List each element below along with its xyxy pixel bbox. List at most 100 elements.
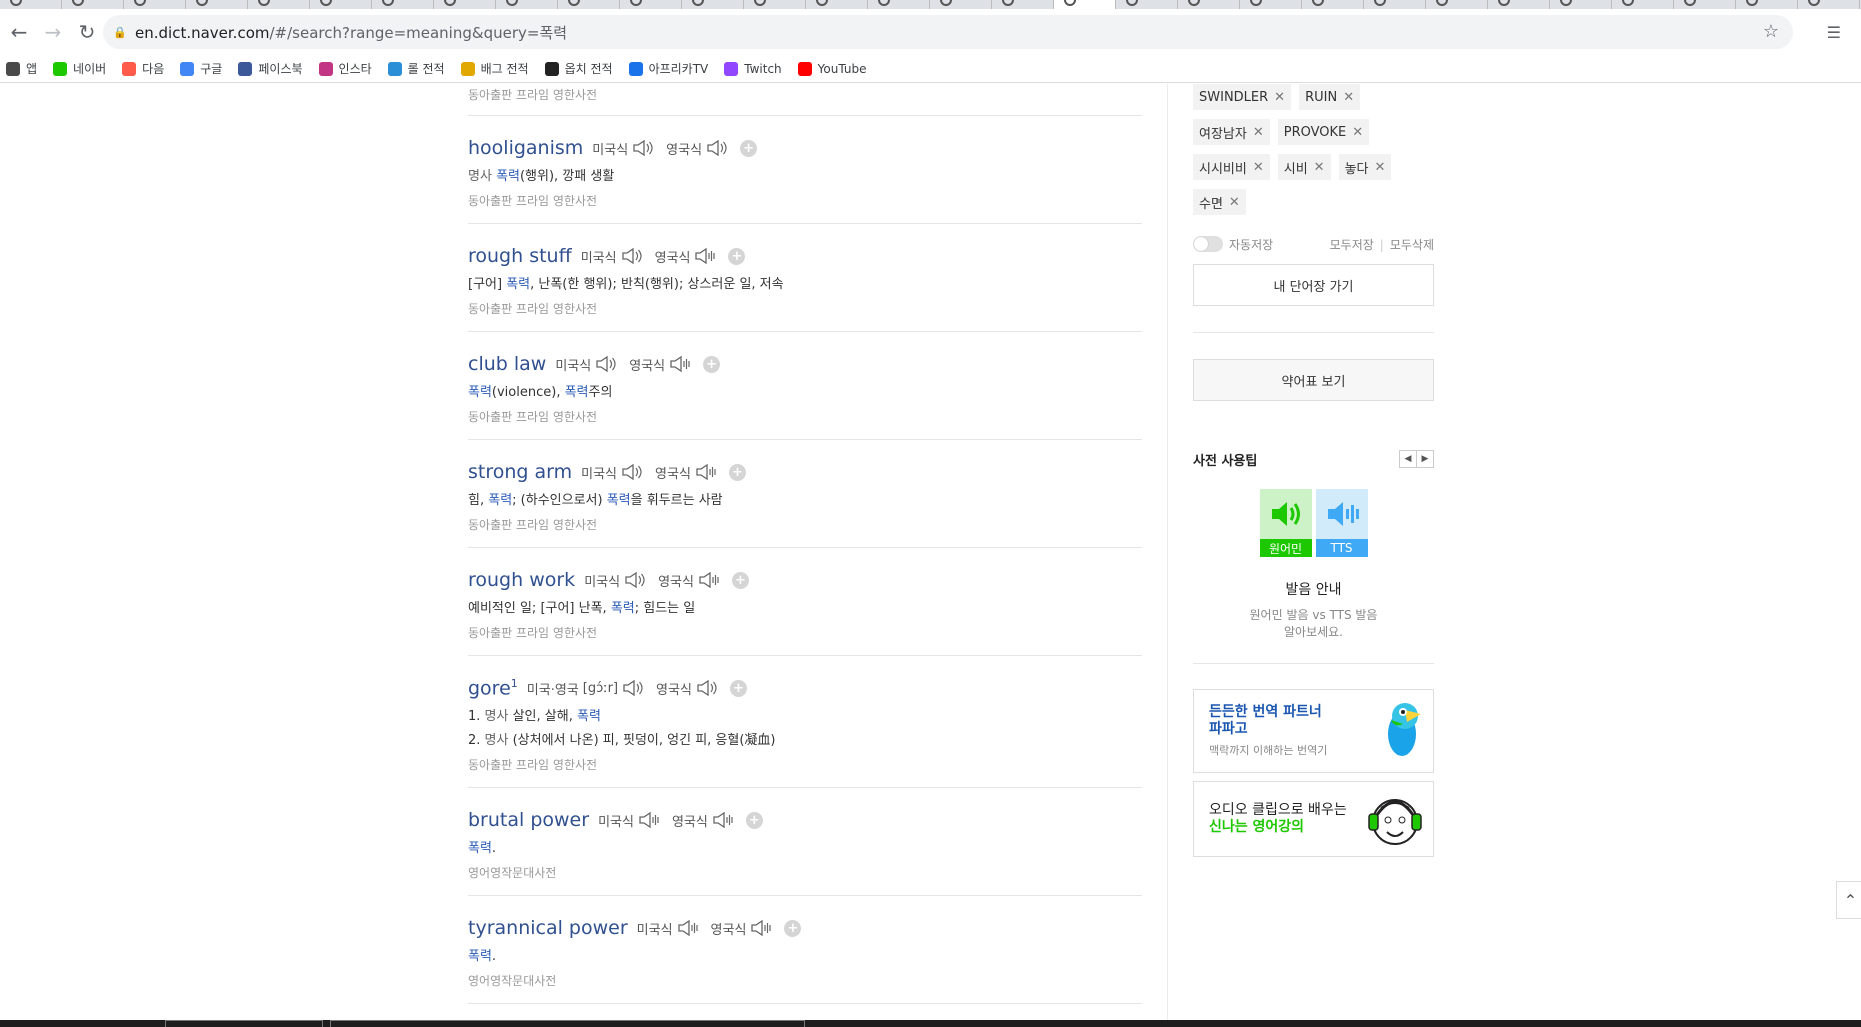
browser-tab[interactable] bbox=[496, 0, 558, 9]
recent-word-chip[interactable]: RUIN ✕ bbox=[1299, 84, 1361, 110]
browser-tab[interactable] bbox=[806, 0, 868, 9]
browser-tab[interactable] bbox=[0, 0, 62, 9]
bookmark-item[interactable]: 옵치 전적 bbox=[544, 60, 613, 77]
wordbook-button[interactable]: 내 단어장 가기 bbox=[1193, 264, 1434, 306]
speaker-icon[interactable] bbox=[621, 247, 643, 265]
headword-link[interactable]: hooliganism bbox=[468, 137, 583, 159]
browser-tab[interactable] bbox=[1116, 0, 1178, 9]
browser-tab[interactable] bbox=[558, 0, 620, 9]
speaker-icon[interactable] bbox=[696, 679, 718, 697]
bookmark-item[interactable]: Twitch bbox=[724, 61, 782, 76]
close-icon[interactable]: ✕ bbox=[1253, 125, 1264, 140]
close-icon[interactable]: ✕ bbox=[1274, 90, 1285, 105]
tts-speaker-icon[interactable] bbox=[669, 355, 691, 373]
add-to-wordbook-icon[interactable]: + bbox=[728, 247, 746, 265]
highlighted-keyword[interactable]: 폭력 bbox=[496, 169, 520, 184]
headword-link[interactable]: tyrannical power bbox=[468, 917, 628, 939]
forward-icon[interactable]: → bbox=[38, 17, 68, 47]
browser-tab[interactable] bbox=[930, 0, 992, 9]
speaker-icon[interactable] bbox=[706, 139, 728, 157]
address-bar[interactable]: 🔒 en.dict.naver.com/#/search?range=meani… bbox=[103, 15, 1793, 49]
speaker-icon[interactable] bbox=[624, 571, 646, 589]
recent-word-chip[interactable]: 시비 ✕ bbox=[1277, 154, 1331, 180]
prev-icon[interactable]: ◀ bbox=[1399, 450, 1417, 468]
close-icon[interactable]: ✕ bbox=[1343, 90, 1354, 105]
reload-icon[interactable]: ↻ bbox=[72, 17, 102, 47]
highlighted-keyword[interactable]: 폭력 bbox=[468, 841, 492, 856]
headword-link[interactable]: brutal power bbox=[468, 809, 589, 831]
browser-tab[interactable] bbox=[1426, 0, 1488, 9]
add-to-wordbook-icon[interactable]: + bbox=[728, 463, 746, 481]
browser-tab[interactable] bbox=[1364, 0, 1426, 9]
close-icon[interactable]: ✕ bbox=[1314, 160, 1325, 175]
recent-word-chip[interactable]: 여장남자 ✕ bbox=[1193, 119, 1270, 145]
tts-speaker-icon[interactable] bbox=[677, 919, 699, 937]
close-icon[interactable]: ✕ bbox=[1253, 160, 1264, 175]
browser-tab[interactable] bbox=[186, 0, 248, 9]
audioclip-banner[interactable]: 오디오 클립으로 배우는 신나는 영어강의 bbox=[1193, 781, 1434, 857]
headword-link[interactable]: gore1 bbox=[468, 677, 518, 699]
entry-source[interactable]: 동아출판 프라임 영한사전 bbox=[468, 756, 1142, 773]
browser-tab[interactable] bbox=[372, 0, 434, 9]
browser-tab[interactable] bbox=[1240, 0, 1302, 9]
bookmark-item[interactable]: 앱 bbox=[6, 60, 37, 77]
save-all-link[interactable]: 모두저장 bbox=[1330, 238, 1374, 252]
browser-tab[interactable] bbox=[124, 0, 186, 9]
browser-tab[interactable] bbox=[1798, 0, 1860, 9]
add-to-wordbook-icon[interactable]: + bbox=[784, 919, 802, 937]
recent-word-chip[interactable]: 수면 ✕ bbox=[1193, 189, 1246, 215]
entry-source[interactable]: 영어영작문대사전 bbox=[468, 972, 1142, 989]
browser-tab[interactable] bbox=[62, 0, 124, 9]
add-to-wordbook-icon[interactable]: + bbox=[740, 139, 758, 157]
autosave-toggle[interactable] bbox=[1193, 236, 1223, 252]
browser-tab[interactable] bbox=[1674, 0, 1736, 9]
tts-speaker-icon[interactable] bbox=[694, 247, 716, 265]
entry-source[interactable]: 동아출판 프라임 영한사전 bbox=[468, 300, 1142, 317]
papago-banner[interactable]: 든든한 번역 파트너 파파고 맥락까지 이해하는 번역기 bbox=[1193, 689, 1434, 773]
entry-source[interactable]: 동아출판 프라임 영한사전 bbox=[468, 408, 1142, 425]
highlighted-keyword[interactable]: 폭력 bbox=[565, 385, 589, 400]
browser-tab[interactable] bbox=[1054, 0, 1116, 9]
browser-tab[interactable] bbox=[992, 0, 1054, 9]
browser-tab[interactable] bbox=[1612, 0, 1674, 9]
next-icon[interactable]: ▶ bbox=[1416, 450, 1434, 468]
entry-source[interactable]: 동아출판 프라임 영한사전 bbox=[468, 516, 1142, 533]
highlighted-keyword[interactable]: 폭력 bbox=[506, 277, 530, 292]
recent-word-chip[interactable]: 시시비비 ✕ bbox=[1193, 154, 1270, 180]
speaker-icon[interactable] bbox=[621, 463, 643, 481]
browser-tab[interactable] bbox=[1550, 0, 1612, 9]
browser-tab[interactable] bbox=[1302, 0, 1364, 9]
reading-list-icon[interactable]: ☰ bbox=[1827, 23, 1841, 42]
add-to-wordbook-icon[interactable]: + bbox=[729, 679, 747, 697]
bookmark-item[interactable]: 롤 전적 bbox=[387, 60, 445, 77]
speaker-icon[interactable] bbox=[595, 355, 617, 373]
add-to-wordbook-icon[interactable]: + bbox=[731, 571, 749, 589]
entry-source[interactable]: 영어영작문대사전 bbox=[468, 864, 1142, 881]
headword-link[interactable]: rough stuff bbox=[468, 245, 572, 267]
bookmark-item[interactable]: 네이버 bbox=[53, 60, 106, 77]
highlighted-keyword[interactable]: 폭력 bbox=[611, 601, 635, 616]
entry-source[interactable]: 동아출판 프라임 영한사전 bbox=[468, 624, 1142, 641]
bookmark-item[interactable]: 배그 전적 bbox=[460, 60, 529, 77]
recent-word-chip[interactable]: 놓다 ✕ bbox=[1338, 154, 1392, 180]
tts-speaker-icon[interactable] bbox=[750, 919, 772, 937]
headword-link[interactable]: club law bbox=[468, 353, 546, 375]
back-icon[interactable]: ← bbox=[4, 17, 34, 47]
bookmark-item[interactable]: 인스타 bbox=[318, 60, 372, 77]
close-icon[interactable]: ✕ bbox=[1352, 125, 1363, 140]
speaker-icon[interactable] bbox=[632, 139, 654, 157]
browser-tab[interactable] bbox=[1178, 0, 1240, 9]
close-icon[interactable]: ✕ bbox=[1229, 195, 1240, 210]
delete-all-link[interactable]: 모두삭제 bbox=[1390, 238, 1434, 252]
bookmark-item[interactable]: YouTube bbox=[797, 61, 866, 76]
bookmark-item[interactable]: 페이스북 bbox=[238, 60, 303, 77]
tts-speaker-icon[interactable] bbox=[712, 811, 734, 829]
abbrev-button[interactable]: 약어표 보기 bbox=[1193, 359, 1434, 401]
browser-tab[interactable] bbox=[868, 0, 930, 9]
highlighted-keyword[interactable]: 폭력 bbox=[488, 493, 512, 508]
tts-speaker-icon[interactable] bbox=[698, 571, 720, 589]
tts-speaker-icon[interactable] bbox=[695, 463, 717, 481]
browser-tab[interactable] bbox=[434, 0, 496, 9]
bookmark-item[interactable]: 구글 bbox=[180, 60, 222, 77]
bookmark-item[interactable]: 아프리카TV bbox=[628, 60, 708, 77]
